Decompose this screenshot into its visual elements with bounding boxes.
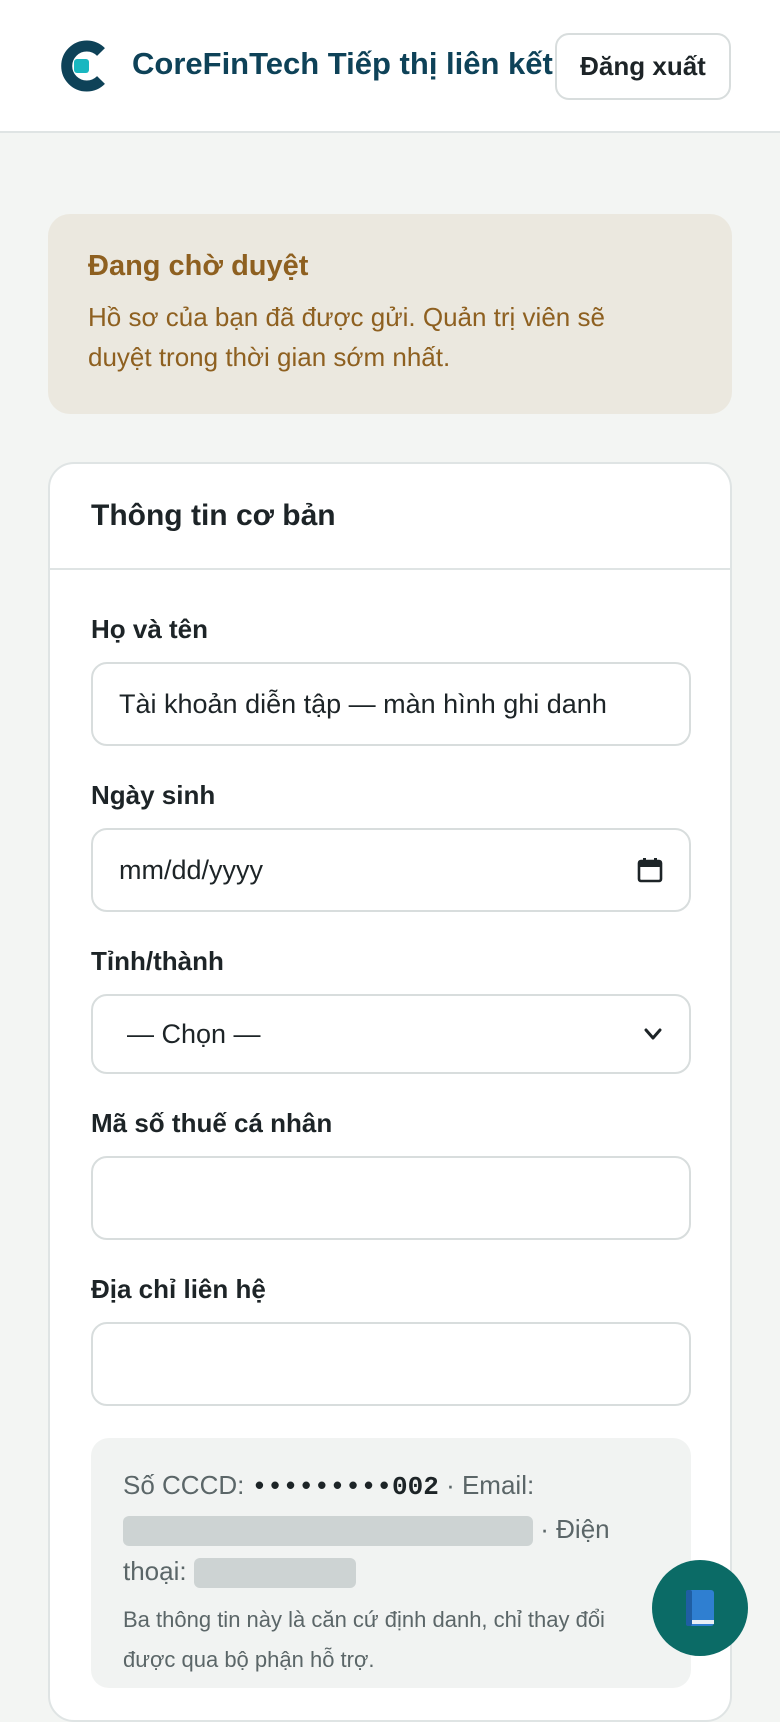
identity-note: Ba thông tin này là căn cứ định danh, ch…	[123, 1607, 605, 1672]
pending-notice-title: Đang chờ duyệt	[88, 250, 309, 282]
identity-line: Số CCCD: •••••••••002 · Email: · Điện th…	[123, 1464, 659, 1592]
identity-info-panel: Số CCCD: •••••••••002 · Email: · Điện th…	[91, 1438, 691, 1688]
separator: ·	[446, 1470, 455, 1500]
province-select[interactable]: — Chọn —	[91, 994, 691, 1074]
logout-button[interactable]: Đăng xuất	[555, 33, 731, 100]
address-input[interactable]	[91, 1322, 691, 1406]
tax-id-label: Mã số thuế cá nhân	[91, 1108, 333, 1138]
birth-date-input[interactable]: mm/dd/yyyy	[91, 828, 691, 912]
address-label: Địa chỉ liên hệ	[91, 1274, 266, 1304]
calendar-icon[interactable]	[637, 857, 663, 883]
full-name-value: Tài khoản diễn tập — màn hình ghi danh	[119, 688, 607, 719]
phone-label-part2: thoại:	[123, 1556, 187, 1586]
full-name-input[interactable]: Tài khoản diễn tập — màn hình ghi danh	[91, 662, 691, 746]
corefintech-logo-icon	[61, 40, 105, 92]
top-bar: CoreFinTech Tiếp thị liên kết Đăng xuất	[0, 0, 780, 133]
card-header: Thông tin cơ bản	[50, 464, 730, 570]
cccd-masked-value: •••••••••002	[251, 1472, 439, 1502]
email-redacted	[123, 1516, 533, 1547]
birth-date-placeholder: mm/dd/yyyy	[119, 854, 264, 885]
birth-date-label: Ngày sinh	[91, 780, 216, 810]
brand-title: CoreFinTech Tiếp thị liên kết	[132, 46, 553, 81]
pending-review-notice: Đang chờ duyệt Hồ sơ của bạn đã được gửi…	[48, 214, 732, 414]
basic-info-card: Thông tin cơ bản Họ và tên Tài khoản diễ…	[48, 462, 732, 1722]
separator: ·	[540, 1514, 549, 1544]
tax-id-input[interactable]	[91, 1156, 691, 1240]
chevron-down-icon	[644, 1028, 662, 1040]
province-selected-value: — Chọn —	[127, 1018, 261, 1049]
full-name-label: Họ và tên	[91, 614, 209, 644]
phone-label-part1: Điện	[556, 1514, 610, 1544]
email-label: Email:	[461, 1470, 535, 1500]
section-title: Thông tin cơ bản	[91, 499, 336, 532]
cccd-label: Số CCCD:	[123, 1470, 245, 1500]
pending-notice-message: Hồ sơ của bạn đã được gửi. Quản trị viên…	[88, 302, 605, 372]
help-guide-button[interactable]	[652, 1560, 748, 1656]
book-icon	[686, 1590, 714, 1626]
province-label: Tỉnh/thành	[91, 946, 224, 976]
phone-redacted	[193, 1558, 356, 1589]
